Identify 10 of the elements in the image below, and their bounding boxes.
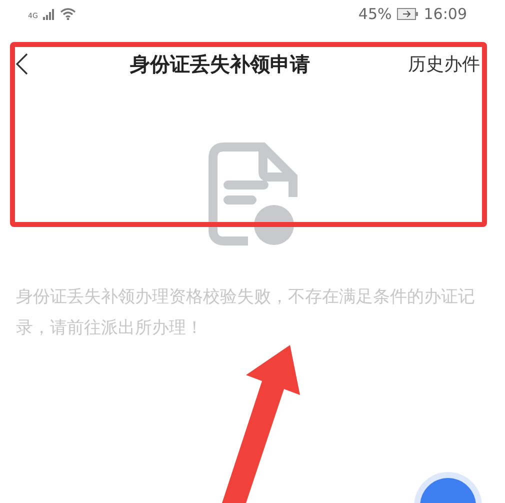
- battery-icon: [396, 8, 419, 20]
- document-icon: [208, 142, 298, 246]
- wifi-icon: [60, 8, 76, 20]
- error-message: 身份证丢失补领办理资格校验失败，不存在满足条件的办证记录，请前往派出所办理！: [15, 286, 476, 340]
- signal-icon: [42, 8, 55, 20]
- page-title: 身份证丢失补领申请: [130, 50, 311, 78]
- battery-percent: 45%: [358, 5, 392, 23]
- clock-time: 16:09: [424, 5, 467, 23]
- back-icon[interactable]: [16, 53, 28, 75]
- history-link[interactable]: 历史办件: [408, 52, 480, 76]
